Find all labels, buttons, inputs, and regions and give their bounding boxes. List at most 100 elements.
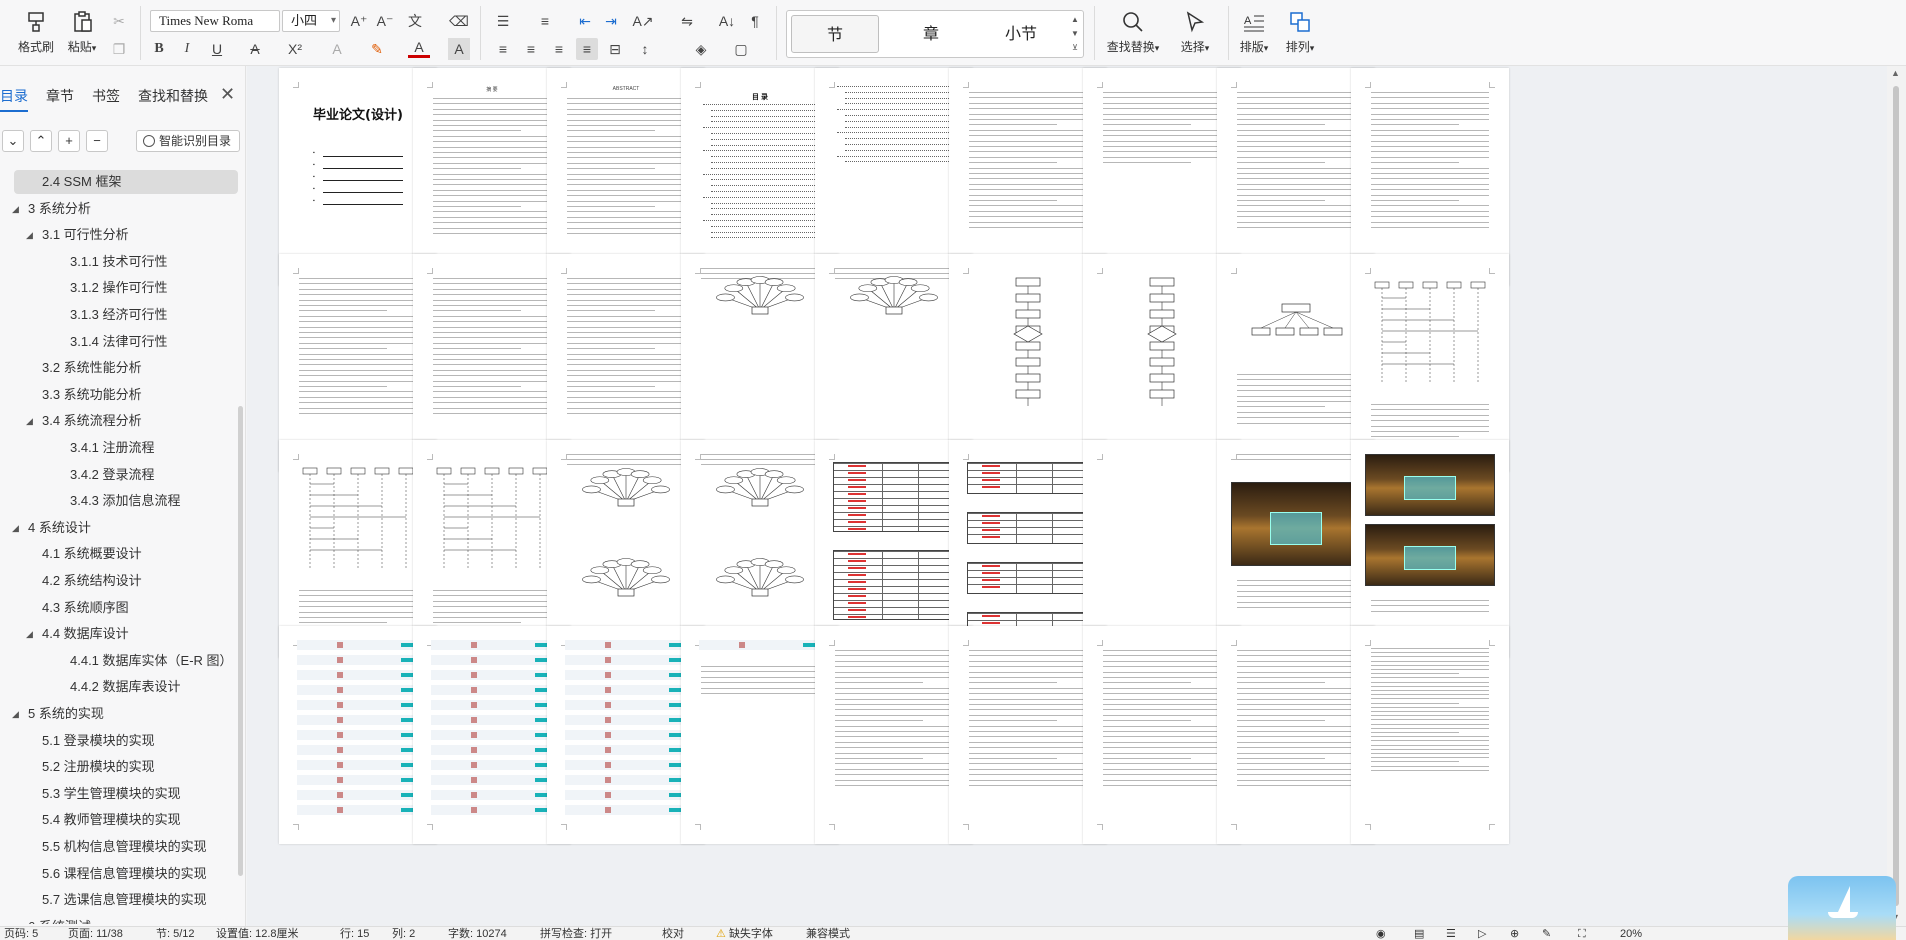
font-color-icon[interactable]: A <box>408 38 430 58</box>
toc-item[interactable]: 3.1.2 操作可行性 <box>14 276 238 300</box>
underline-icon[interactable]: U <box>206 38 228 60</box>
fit-icon[interactable]: ⛶ <box>1578 927 1586 940</box>
clear-format-icon[interactable]: ⌫ <box>448 10 470 32</box>
toc-item[interactable]: 5.4 教师管理模块的实现 <box>14 808 238 832</box>
toc-item[interactable]: 4.1 系统概要设计 <box>14 542 238 566</box>
toc-item[interactable]: 3.2 系统性能分析 <box>14 356 238 380</box>
status-missing-font[interactable]: ⚠ 缺失字体 <box>716 927 773 940</box>
document-canvas[interactable]: 毕业论文(设计) ▪ ▪ ▪ ▪ ▪ 摘 要 ABSTRACT 目 录 <box>247 66 1887 926</box>
expand-triangle-icon[interactable]: ◢ <box>26 622 33 646</box>
grow-font-icon[interactable]: A⁺ <box>348 10 370 32</box>
expand-triangle-icon[interactable]: ◢ <box>12 702 19 726</box>
collapse-all-icon[interactable]: ⌄ <box>2 130 24 152</box>
status-section[interactable]: 节: 5/12 <box>156 927 195 940</box>
paste-button[interactable]: 粘贴▾ <box>58 8 106 55</box>
assistant-widget[interactable] <box>1788 876 1896 940</box>
align-center-icon[interactable]: ≡ <box>520 38 542 60</box>
distributed-icon[interactable]: ⊟ <box>604 38 626 60</box>
status-spell-check[interactable]: 拼写检查: 打开 <box>540 927 612 940</box>
bullet-list-icon[interactable]: ☰ <box>492 10 514 32</box>
page-view-icon[interactable]: ▤ <box>1414 927 1424 940</box>
toc-item[interactable]: 5.1 登录模块的实现 <box>14 729 238 753</box>
toc-item[interactable]: 5.7 选课信息管理模块的实现 <box>14 888 238 912</box>
toc-item[interactable]: 3.3 系统功能分析 <box>14 383 238 407</box>
find-replace-button[interactable]: 查找替换▾ <box>1102 8 1164 55</box>
bold-icon[interactable]: B <box>148 38 170 60</box>
phonetic-guide-icon[interactable]: 文 <box>404 10 426 32</box>
outline-view-icon[interactable]: ☰ <box>1446 927 1456 940</box>
shrink-font-icon[interactable]: A⁻ <box>374 10 396 32</box>
pen-icon[interactable]: ✎ <box>1542 927 1551 940</box>
toc-item[interactable]: ◢ 5 系统的实现 <box>12 702 238 726</box>
status-word-count[interactable]: 字数: 10274 <box>448 927 507 940</box>
line-spacing-icon[interactable]: ↕ <box>634 38 656 60</box>
nav-scrollbar[interactable] <box>238 406 243 876</box>
copy-icon[interactable]: ❐ <box>108 38 130 60</box>
expand-triangle-icon[interactable]: ◢ <box>12 516 19 540</box>
show-marks-icon[interactable]: ¶ <box>744 10 766 32</box>
vertical-scrollbar[interactable]: ▲ ▼ <box>1887 66 1906 926</box>
justify-icon[interactable]: ≡ <box>576 38 598 60</box>
toc-item[interactable]: 5.5 机构信息管理模块的实现 <box>14 835 238 859</box>
remove-icon[interactable]: − <box>86 130 108 152</box>
italic-icon[interactable]: I <box>176 38 198 60</box>
style-gallery-scroll[interactable]: ▲ ▼ ⊻ <box>1069 13 1081 55</box>
tab-find-replace[interactable]: 查找和替换 <box>138 86 208 106</box>
status-page-num[interactable]: 页码: 5 <box>4 927 38 940</box>
cut-icon[interactable]: ✂ <box>108 10 130 32</box>
expand-triangle-icon[interactable]: ◢ <box>12 915 19 924</box>
zoom-level[interactable]: 20% <box>1620 927 1642 940</box>
expand-triangle-icon[interactable]: ◢ <box>26 223 33 247</box>
format-painter-button[interactable]: 格式刷 <box>12 8 60 55</box>
scroll-thumb[interactable] <box>1893 86 1899 906</box>
toc-item[interactable]: ◢ 3 系统分析 <box>12 197 238 221</box>
select-button[interactable]: 选择▾ <box>1170 8 1220 55</box>
tab-toc[interactable]: 目录 <box>0 86 28 112</box>
font-name-select[interactable]: Times New Roma <box>150 10 280 32</box>
text-effect-icon[interactable]: A <box>326 38 348 60</box>
align-left-icon[interactable]: ≡ <box>492 38 514 60</box>
text-direction-icon[interactable]: A↗ <box>632 10 654 32</box>
toc-item[interactable]: 5.2 注册模块的实现 <box>14 755 238 779</box>
toc-item[interactable]: 3.4.3 添加信息流程 <box>14 489 238 513</box>
toc-item[interactable]: 3.1.3 经济可行性 <box>14 303 238 327</box>
move-up-icon[interactable]: ⌃ <box>30 130 52 152</box>
style-section[interactable]: 节 <box>791 15 879 53</box>
char-shading-icon[interactable]: A <box>448 38 470 60</box>
add-icon[interactable]: + <box>58 130 80 152</box>
toc-item[interactable]: ◢ 6 系统测试 <box>12 915 238 924</box>
toc-item[interactable]: 3.1.1 技术可行性 <box>14 250 238 274</box>
style-subsection[interactable]: 小节 <box>977 15 1065 53</box>
status-proofread[interactable]: 校对 <box>662 927 684 940</box>
tab-chapters[interactable]: 章节 <box>46 86 74 106</box>
toc-item[interactable]: ◢ 3.4 系统流程分析 <box>14 409 238 433</box>
scroll-up-icon[interactable]: ▲ <box>1891 68 1900 78</box>
borders-icon[interactable]: ▢ <box>730 38 752 60</box>
font-size-select[interactable]: 小四 ▾ <box>282 10 340 32</box>
toc-item[interactable]: 4.4.1 数据库实体（E-R 图） <box>14 649 238 673</box>
globe-icon[interactable]: ⊕ <box>1510 927 1519 940</box>
highlight-icon[interactable]: ✎ <box>366 38 388 60</box>
toc-item[interactable]: 2.4 SSM 框架 <box>14 170 238 194</box>
superscript-icon[interactable]: X² <box>284 38 306 60</box>
toc-item[interactable]: 4.2 系统结构设计 <box>14 569 238 593</box>
increase-indent-icon[interactable]: ⇥ <box>600 10 622 32</box>
sort-icon[interactable]: A↓ <box>716 10 738 32</box>
toc-item[interactable]: 5.6 课程信息管理模块的实现 <box>14 862 238 886</box>
toc-item[interactable]: 3.4.2 登录流程 <box>14 463 238 487</box>
view-icon[interactable]: ◉ <box>1376 927 1386 940</box>
toc-item[interactable]: ◢ 4.4 数据库设计 <box>14 622 238 646</box>
numbered-list-icon[interactable]: ≡ <box>534 10 556 32</box>
web-view-icon[interactable]: ▷ <box>1478 927 1486 940</box>
toc-item[interactable]: 4.3 系统顺序图 <box>14 596 238 620</box>
status-setting[interactable]: 设置值: 12.8厘米 <box>216 927 299 940</box>
arrange-button[interactable]: 排列▾ <box>1280 8 1320 55</box>
align-right-icon[interactable]: ≡ <box>548 38 570 60</box>
close-icon[interactable]: ✕ <box>220 84 235 105</box>
style-chapter[interactable]: 章 <box>887 15 975 53</box>
page-thumbnail[interactable] <box>1351 626 1509 844</box>
decrease-indent-icon[interactable]: ⇤ <box>574 10 596 32</box>
strikethrough-icon[interactable]: A <box>244 38 266 60</box>
layout-button[interactable]: A 排版▾ <box>1234 8 1274 55</box>
expand-triangle-icon[interactable]: ◢ <box>26 409 33 433</box>
